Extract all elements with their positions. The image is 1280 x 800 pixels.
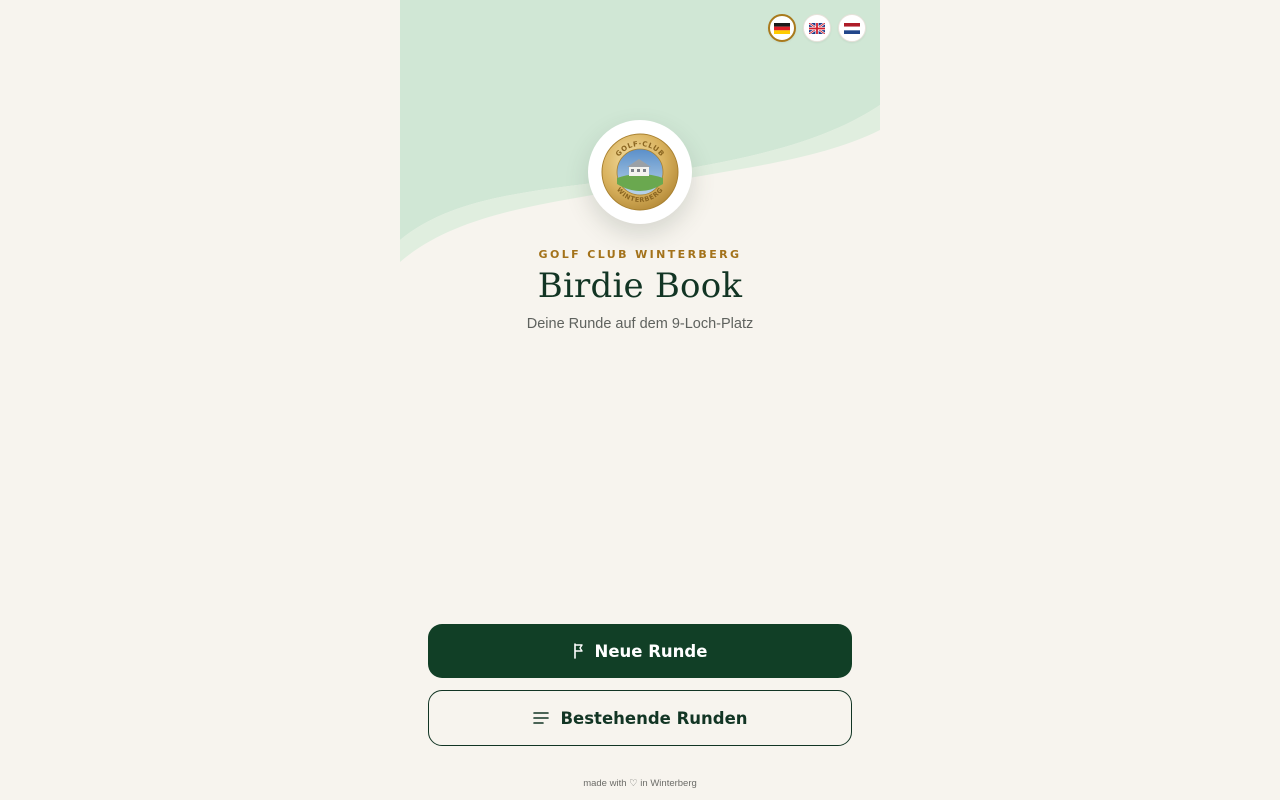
existing-rounds-button[interactable]: Bestehende Runden — [428, 690, 852, 746]
existing-rounds-label: Bestehende Runden — [560, 708, 748, 728]
club-name: GOLF CLUB WINTERBERG — [538, 248, 742, 261]
page-title: Birdie Book — [537, 266, 743, 306]
golf-club-winterberg-logo: GOLF·CLUB WINTERBERG — [601, 133, 679, 211]
club-logo: GOLF·CLUB WINTERBERG — [588, 120, 692, 224]
language-en-button[interactable] — [803, 14, 831, 42]
flag-icon — [573, 643, 585, 659]
language-de-button[interactable] — [768, 14, 796, 42]
germany-flag-icon — [774, 22, 790, 34]
new-round-label: Neue Runde — [594, 641, 708, 661]
language-nl-button[interactable] — [838, 14, 866, 42]
new-round-button[interactable]: Neue Runde — [428, 624, 852, 678]
uk-flag-icon — [809, 22, 825, 34]
language-switcher — [768, 14, 866, 42]
footer-credit: made with ♡ in Winterberg — [583, 778, 697, 789]
list-icon — [532, 710, 550, 726]
page-subtitle: Deine Runde auf dem 9-Loch-Platz — [526, 316, 754, 332]
app-screen: GOLF·CLUB WINTERBERG GOLF CLUB WINTERBER… — [400, 0, 880, 800]
netherlands-flag-icon — [844, 22, 860, 34]
